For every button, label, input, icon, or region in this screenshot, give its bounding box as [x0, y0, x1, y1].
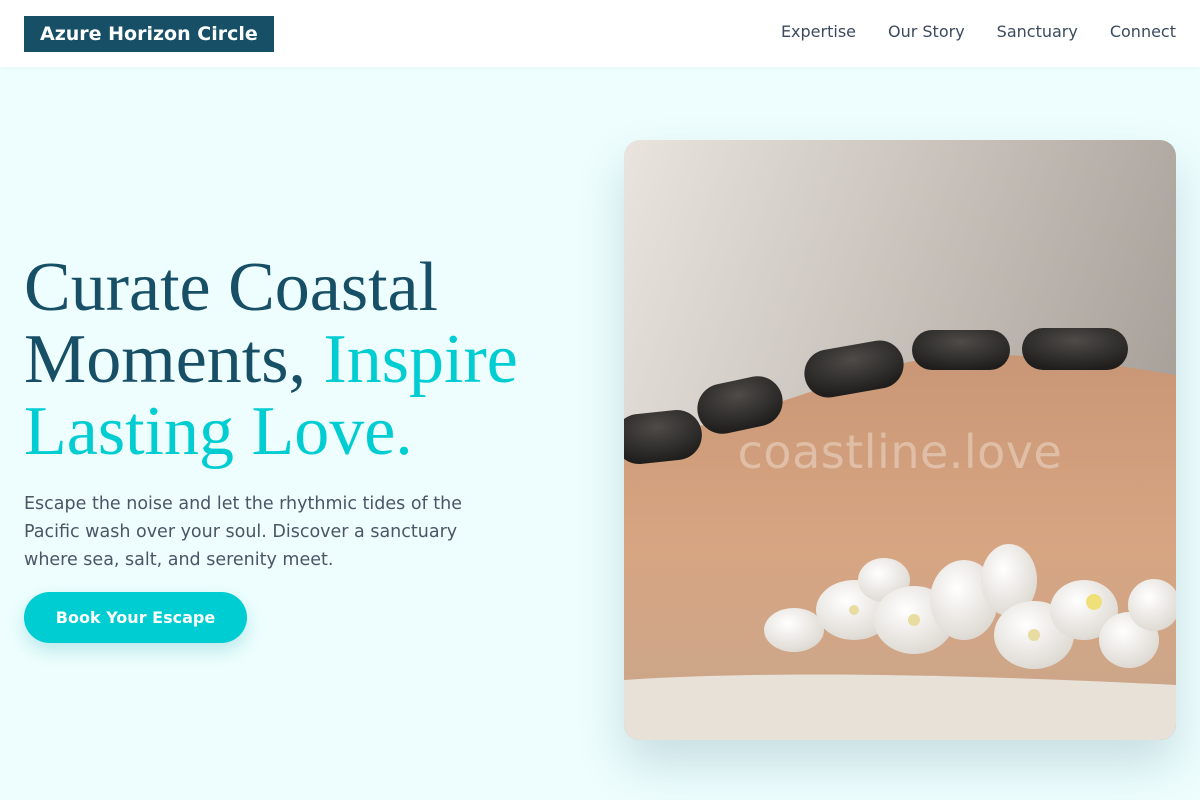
main-nav: Expertise Our Story Sanctuary Connect [781, 21, 1176, 43]
hero-title-line2: Moments, [24, 321, 306, 398]
hero-description: Escape the noise and let the rhythmic ti… [24, 494, 462, 570]
image-watermark: coastline.love [737, 425, 1063, 479]
site-header: Azure Horizon Circle Expertise Our Story… [0, 0, 1200, 67]
hero-title-line1: Curate Coastal [24, 249, 439, 326]
brand-logo[interactable]: Azure Horizon Circle [24, 16, 274, 52]
nav-link-connect[interactable]: Connect [1110, 21, 1176, 43]
hero-title-accent-2: Lasting Love. [24, 393, 413, 470]
nav-link-expertise[interactable]: Expertise [781, 21, 856, 43]
hero-title: Curate Coastal Moments, Inspire Lasting … [24, 252, 584, 468]
hero-image: coastline.love [624, 140, 1176, 740]
nav-link-sanctuary[interactable]: Sanctuary [997, 21, 1078, 43]
book-escape-button[interactable]: Book Your Escape [24, 592, 247, 643]
nav-link-our-story[interactable]: Our Story [888, 21, 965, 43]
hero-title-accent-1: Inspire [323, 321, 518, 398]
